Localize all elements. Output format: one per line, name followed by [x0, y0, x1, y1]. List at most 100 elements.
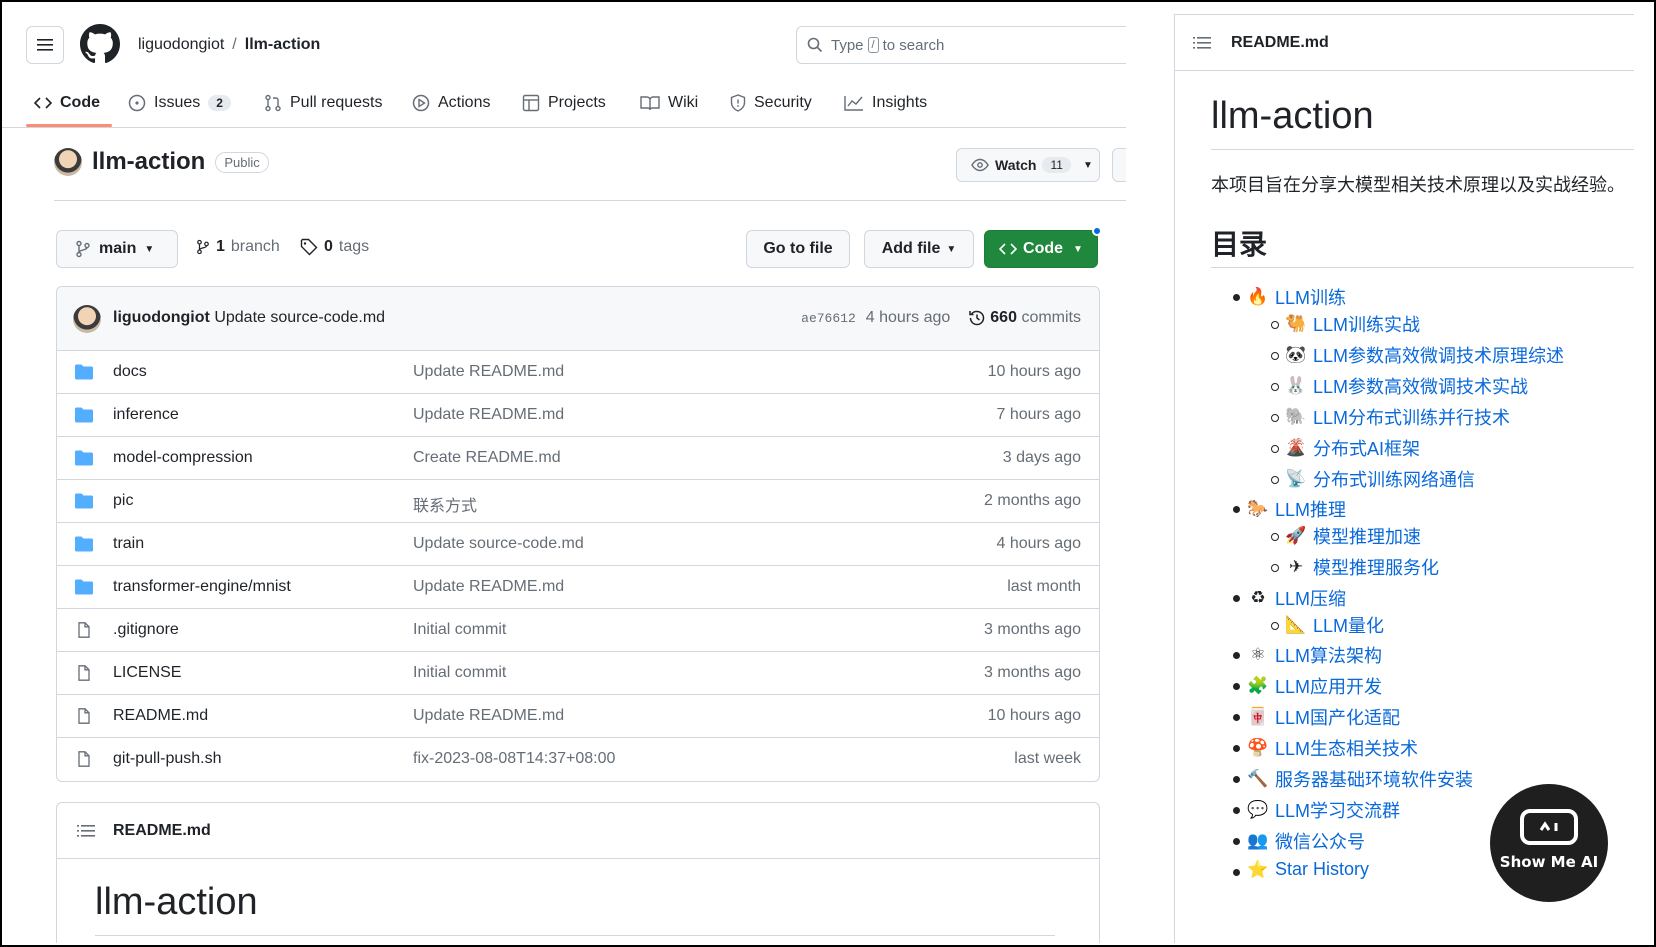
- commit-message[interactable]: Update source-code.md: [214, 309, 385, 326]
- file-name[interactable]: LICENSE: [113, 664, 181, 682]
- toc-item[interactable]: 🔥 LLM训练: [1247, 284, 1346, 310]
- github-logo-icon[interactable]: [80, 24, 120, 64]
- file-commit-message[interactable]: Update README.md: [413, 363, 564, 381]
- toc-item[interactable]: 🔨 服务器基础环境软件安装: [1247, 766, 1473, 792]
- file-name[interactable]: inference: [113, 406, 179, 424]
- file-row[interactable]: train Update source-code.md 4 hours ago: [57, 523, 1099, 566]
- watch-button[interactable]: Watch 11 ▼: [956, 148, 1100, 182]
- add-file-button[interactable]: Add file ▼: [864, 230, 974, 268]
- menu-button[interactable]: [26, 26, 64, 64]
- toc-item[interactable]: 🀄 LLM国产化适配: [1247, 704, 1400, 730]
- toc-link[interactable]: LLM算法架构: [1275, 642, 1382, 668]
- repo-link[interactable]: llm-action: [245, 36, 321, 53]
- readme-filename[interactable]: README.md: [1231, 34, 1329, 52]
- file-commit-message[interactable]: fix-2023-08-08T14:37+08:00: [413, 750, 615, 768]
- toc-link[interactable]: LLM生态相关技术: [1275, 735, 1418, 761]
- toc-link[interactable]: LLM压缩: [1275, 585, 1346, 611]
- toc-link[interactable]: 分布式训练网络通信: [1313, 466, 1475, 492]
- toc-subitem[interactable]: 🐼 LLM参数高效微调技术原理综述: [1285, 342, 1564, 368]
- commits-link[interactable]: 660 commits: [990, 309, 1081, 327]
- toc-item[interactable]: 🍄 LLM生态相关技术: [1247, 735, 1418, 761]
- repo-title[interactable]: llm-action: [92, 148, 205, 176]
- toc-subitem[interactable]: 📐 LLM量化: [1285, 612, 1384, 638]
- file-row[interactable]: LICENSE Initial commit 3 months ago: [57, 652, 1099, 695]
- toc-subitem[interactable]: 🐫 LLM训练实战: [1285, 311, 1420, 337]
- toc-item[interactable]: 💬 LLM学习交流群: [1247, 797, 1400, 823]
- toc-subitem[interactable]: ✈ 模型推理服务化: [1285, 554, 1439, 580]
- toc-item[interactable]: 🐎 LLM推理: [1247, 496, 1346, 522]
- file-commit-message[interactable]: Create README.md: [413, 449, 561, 467]
- file-commit-message[interactable]: Initial commit: [413, 664, 506, 682]
- toc-link[interactable]: 模型推理服务化: [1313, 554, 1439, 580]
- toc-subitem[interactable]: 📡 分布式训练网络通信: [1285, 466, 1475, 492]
- list-icon[interactable]: [1193, 36, 1211, 50]
- tab-issues[interactable]: Issues 2: [128, 90, 231, 116]
- toc-item[interactable]: 👥 微信公众号: [1247, 828, 1365, 854]
- toc-subitem[interactable]: 🌋 分布式AI框架: [1285, 435, 1420, 461]
- file-name[interactable]: git-pull-push.sh: [113, 750, 222, 768]
- file-row[interactable]: .gitignore Initial commit 3 months ago: [57, 609, 1099, 652]
- owner-link[interactable]: liguodongiot: [138, 36, 224, 53]
- file-commit-message[interactable]: Initial commit: [413, 621, 506, 639]
- toc-link[interactable]: LLM量化: [1313, 612, 1384, 638]
- file-row[interactable]: inference Update README.md 7 hours ago: [57, 394, 1099, 437]
- toc-link[interactable]: LLM参数高效微调技术实战: [1313, 373, 1528, 399]
- list-icon[interactable]: [77, 824, 95, 838]
- file-commit-message[interactable]: Update source-code.md: [413, 535, 584, 553]
- toc-link[interactable]: 分布式AI框架: [1313, 435, 1420, 461]
- toc-link[interactable]: 模型推理加速: [1313, 523, 1421, 549]
- toc-item[interactable]: 🧩 LLM应用开发: [1247, 673, 1382, 699]
- toc-link[interactable]: 服务器基础环境软件安装: [1275, 766, 1473, 792]
- toc-link[interactable]: LLM分布式训练并行技术: [1313, 404, 1510, 430]
- file-row[interactable]: model-compression Create README.md 3 days …: [57, 437, 1099, 480]
- go-to-file-button[interactable]: Go to file: [746, 230, 850, 268]
- toc-subitem[interactable]: 🚀 模型推理加速: [1285, 523, 1421, 549]
- file-name[interactable]: README.md: [113, 707, 208, 725]
- tab-projects[interactable]: Projects: [522, 90, 606, 116]
- readme-filename[interactable]: README.md: [113, 822, 211, 840]
- commit-sha[interactable]: ae76612: [801, 311, 856, 326]
- toc-item[interactable]: ⚛ LLM算法架构: [1247, 642, 1382, 668]
- file-name[interactable]: .gitignore: [113, 621, 179, 639]
- commit-author[interactable]: liguodongiot: [113, 309, 210, 326]
- avatar[interactable]: [54, 148, 82, 176]
- file-commit-message[interactable]: Update README.md: [413, 406, 564, 424]
- file-name[interactable]: model-compression: [113, 449, 253, 467]
- toc-item[interactable]: ♻ LLM压缩: [1247, 585, 1346, 611]
- toc-link[interactable]: Star History: [1275, 859, 1369, 880]
- file-commit-message[interactable]: Update README.md: [413, 707, 564, 725]
- file-name[interactable]: transformer-engine/mnist: [113, 578, 291, 596]
- search-input[interactable]: Type / to search: [796, 26, 1126, 64]
- file-row[interactable]: docs Update README.md 10 hours ago: [57, 351, 1099, 394]
- branches-link[interactable]: 1 branch: [196, 238, 280, 256]
- tab-insights[interactable]: Insights: [844, 90, 927, 116]
- tab-actions[interactable]: Actions: [412, 90, 490, 116]
- toc-link[interactable]: LLM参数高效微调技术原理综述: [1313, 342, 1564, 368]
- file-commit-message[interactable]: Update README.md: [413, 578, 564, 596]
- file-row[interactable]: pic 联系方式 2 months ago: [57, 480, 1099, 523]
- toc-link[interactable]: LLM国产化适配: [1275, 704, 1400, 730]
- toc-item[interactable]: ⭐ Star History: [1247, 859, 1369, 880]
- toc-subitem[interactable]: 🐘 LLM分布式训练并行技术: [1285, 404, 1510, 430]
- file-row[interactable]: git-pull-push.sh fix-2023-08-08T14:37+08:…: [57, 738, 1099, 781]
- branch-selector[interactable]: main ▼: [56, 230, 178, 268]
- toc-link[interactable]: LLM推理: [1275, 496, 1346, 522]
- toc-link[interactable]: LLM训练实战: [1313, 311, 1420, 337]
- tab-security[interactable]: Security: [730, 90, 812, 116]
- file-commit-message[interactable]: 联系方式: [413, 492, 477, 516]
- toc-link[interactable]: LLM训练: [1275, 284, 1346, 310]
- file-name[interactable]: train: [113, 535, 144, 553]
- toc-subitem[interactable]: 🐰 LLM参数高效微调技术实战: [1285, 373, 1528, 399]
- tab-code[interactable]: Code: [34, 90, 100, 116]
- file-name[interactable]: pic: [113, 492, 133, 510]
- fork-button-partial[interactable]: [1112, 148, 1126, 182]
- tab-wiki[interactable]: Wiki: [640, 90, 698, 116]
- file-name[interactable]: docs: [113, 363, 147, 381]
- tags-link[interactable]: 0 tags: [300, 238, 369, 256]
- code-button[interactable]: Code ▼: [984, 230, 1098, 268]
- file-row[interactable]: README.md Update README.md 10 hours ago: [57, 695, 1099, 738]
- toc-link[interactable]: LLM学习交流群: [1275, 797, 1400, 823]
- tab-pull-requests[interactable]: Pull requests: [264, 90, 383, 116]
- avatar[interactable]: [73, 305, 101, 333]
- toc-link[interactable]: LLM应用开发: [1275, 673, 1382, 699]
